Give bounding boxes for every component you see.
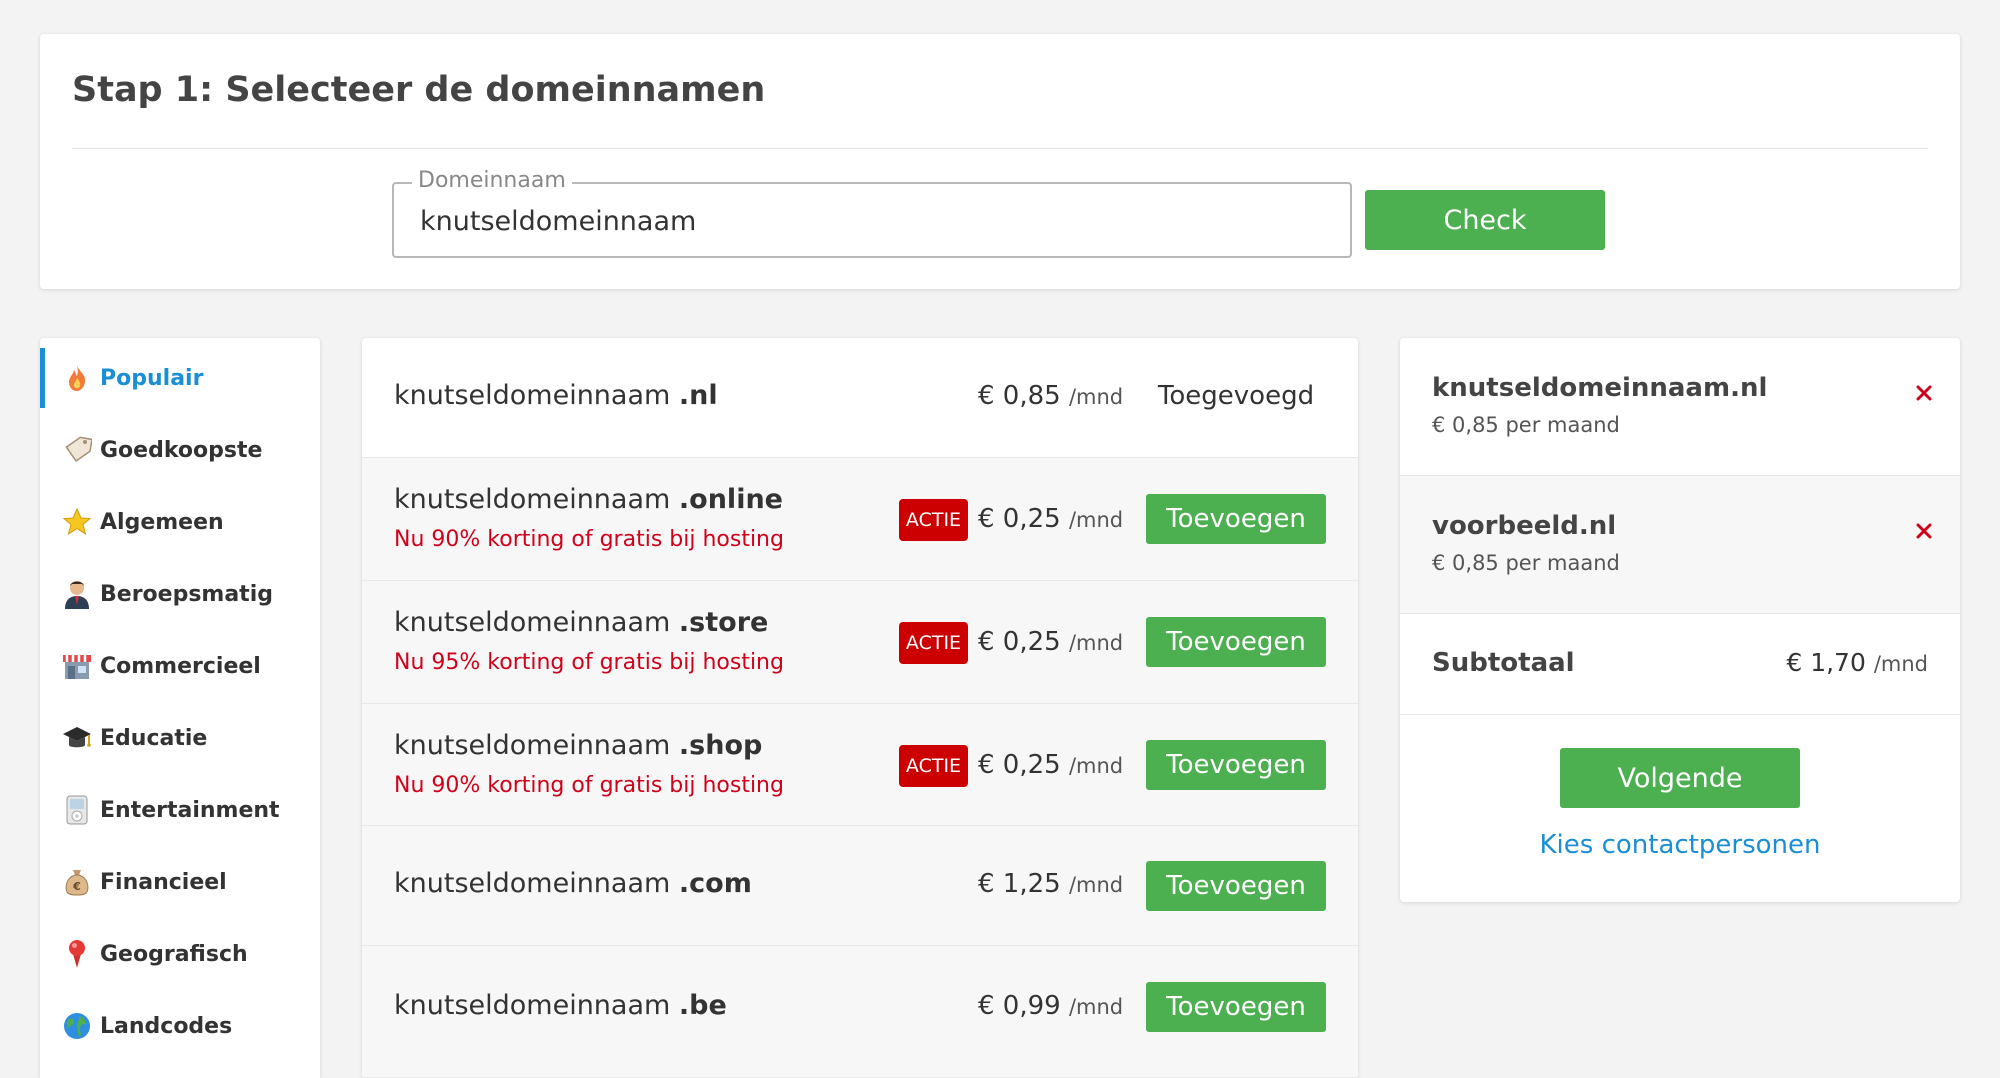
- added-status: Toegevoegd: [1157, 381, 1315, 411]
- shop-icon: [62, 651, 92, 681]
- sidebar-item-financieel[interactable]: € Financieel: [40, 852, 320, 912]
- sidebar-item-label: Goedkoopste: [100, 437, 263, 463]
- domain-name: knutseldomeinnaam .nl: [394, 380, 718, 411]
- page-title: Stap 1: Selecteer de domeinnamen: [72, 70, 766, 110]
- add-button[interactable]: Toevoegen: [1146, 861, 1326, 911]
- sidebar-item-label: Entertainment: [100, 797, 280, 823]
- sidebar-item-entertainment[interactable]: Entertainment: [40, 780, 320, 840]
- cart-item-price: € 0,85 per maand: [1432, 413, 1620, 437]
- domain-name: knutseldomeinnaam .com: [394, 868, 752, 899]
- subtotal-value: € 1,70 /mnd: [1786, 648, 1928, 677]
- sidebar-item-commercieel[interactable]: Commercieel: [40, 636, 320, 696]
- domain-name: knutseldomeinnaam .shop: [394, 730, 763, 761]
- remove-icon[interactable]: [1912, 381, 1936, 405]
- result-row-com: knutseldomeinnaam .com € 1,25 /mnd Toevo…: [362, 826, 1358, 946]
- sidebar-item-populair[interactable]: Populair: [40, 348, 320, 408]
- cart-item-price: € 0,85 per maand: [1432, 551, 1620, 575]
- add-button[interactable]: Toevoegen: [1146, 494, 1326, 544]
- sidebar-item-label: Financieel: [100, 869, 227, 895]
- star-icon: [62, 507, 92, 537]
- sidebar-item-goedkoopste[interactable]: Goedkoopste: [40, 420, 320, 480]
- sidebar-item-label: Geografisch: [100, 941, 248, 967]
- sidebar-item-label: Educatie: [100, 725, 208, 751]
- result-row-be: knutseldomeinnaam .be € 0,99 /mnd Toevoe…: [362, 946, 1358, 1078]
- domain-name: knutseldomeinnaam .online: [394, 484, 783, 515]
- check-button[interactable]: Check: [1365, 190, 1605, 250]
- divider: [72, 148, 1928, 149]
- map-pin-icon: [62, 939, 92, 969]
- add-button[interactable]: Toevoegen: [1146, 740, 1326, 790]
- svg-text:€: €: [72, 880, 81, 893]
- sidebar-item-label: Commercieel: [100, 653, 261, 679]
- sidebar-item-educatie[interactable]: Educatie: [40, 708, 320, 768]
- domain-field-label: Domeinnaam: [412, 168, 572, 193]
- subtotal-label: Subtotaal: [1432, 648, 1575, 678]
- money-bag-icon: €: [62, 867, 92, 897]
- actie-badge: ACTIE: [899, 745, 968, 787]
- sidebar-item-label: Landcodes: [100, 1013, 233, 1039]
- add-button[interactable]: Toevoegen: [1146, 617, 1326, 667]
- domain-name: knutseldomeinnaam .be: [394, 990, 727, 1021]
- cart-item-name: voorbeeld.nl: [1432, 511, 1617, 541]
- result-row-shop: knutseldomeinnaam .shop Nu 90% korting o…: [362, 704, 1358, 826]
- domain-search-card: Stap 1: Selecteer de domeinnamen Domeinn…: [40, 34, 1960, 289]
- category-sidebar: Populair Goedkoopste Algemeen Beroepsmat…: [40, 338, 320, 1078]
- sidebar-item-label: Populair: [100, 365, 204, 391]
- sidebar-item-beroepsmatig[interactable]: Beroepsmatig: [40, 564, 320, 624]
- price-tag-icon: [62, 435, 92, 465]
- cart-panel: knutseldomeinnaam.nl € 0,85 per maand vo…: [1400, 338, 1960, 902]
- remove-icon[interactable]: [1912, 519, 1936, 543]
- actie-badge: ACTIE: [899, 622, 968, 664]
- divider: [1400, 714, 1960, 715]
- promo-text: Nu 95% korting of gratis bij hosting: [394, 650, 784, 675]
- promo-text: Nu 90% korting of gratis bij hosting: [394, 773, 784, 798]
- cart-item-name: knutseldomeinnaam.nl: [1432, 373, 1768, 403]
- cart-item: knutseldomeinnaam.nl € 0,85 per maand: [1400, 338, 1960, 476]
- domain-name: knutseldomeinnaam .store: [394, 607, 769, 638]
- domain-field[interactable]: Domeinnaam: [392, 168, 1352, 258]
- result-row-store: knutseldomeinnaam .store Nu 95% korting …: [362, 581, 1358, 704]
- promo-text: Nu 90% korting of gratis bij hosting: [394, 527, 784, 552]
- result-row-online: knutseldomeinnaam .online Nu 90% korting…: [362, 458, 1358, 581]
- cart-item: voorbeeld.nl € 0,85 per maand: [1400, 476, 1960, 614]
- businessman-icon: [62, 579, 92, 609]
- next-button[interactable]: Volgende: [1560, 748, 1800, 808]
- music-player-icon: [62, 795, 92, 825]
- domain-results-list: knutseldomeinnaam .nl € 0,85 /mnd Toegev…: [362, 338, 1358, 1078]
- choose-contacts-link[interactable]: Kies contactpersonen: [1400, 830, 1960, 860]
- sidebar-item-geografisch[interactable]: Geografisch: [40, 924, 320, 984]
- sidebar-item-label: Algemeen: [100, 509, 224, 535]
- add-button[interactable]: Toevoegen: [1146, 982, 1326, 1032]
- graduation-cap-icon: [62, 723, 92, 753]
- globe-icon: [62, 1011, 92, 1041]
- sidebar-item-label: Beroepsmatig: [100, 581, 273, 607]
- flame-icon: [62, 363, 92, 393]
- domain-input[interactable]: [420, 202, 1320, 240]
- sidebar-item-algemeen[interactable]: Algemeen: [40, 492, 320, 552]
- result-row-nl: knutseldomeinnaam .nl € 0,85 /mnd Toegev…: [362, 338, 1358, 458]
- actie-badge: ACTIE: [899, 499, 968, 541]
- sidebar-item-landcodes[interactable]: Landcodes: [40, 996, 320, 1056]
